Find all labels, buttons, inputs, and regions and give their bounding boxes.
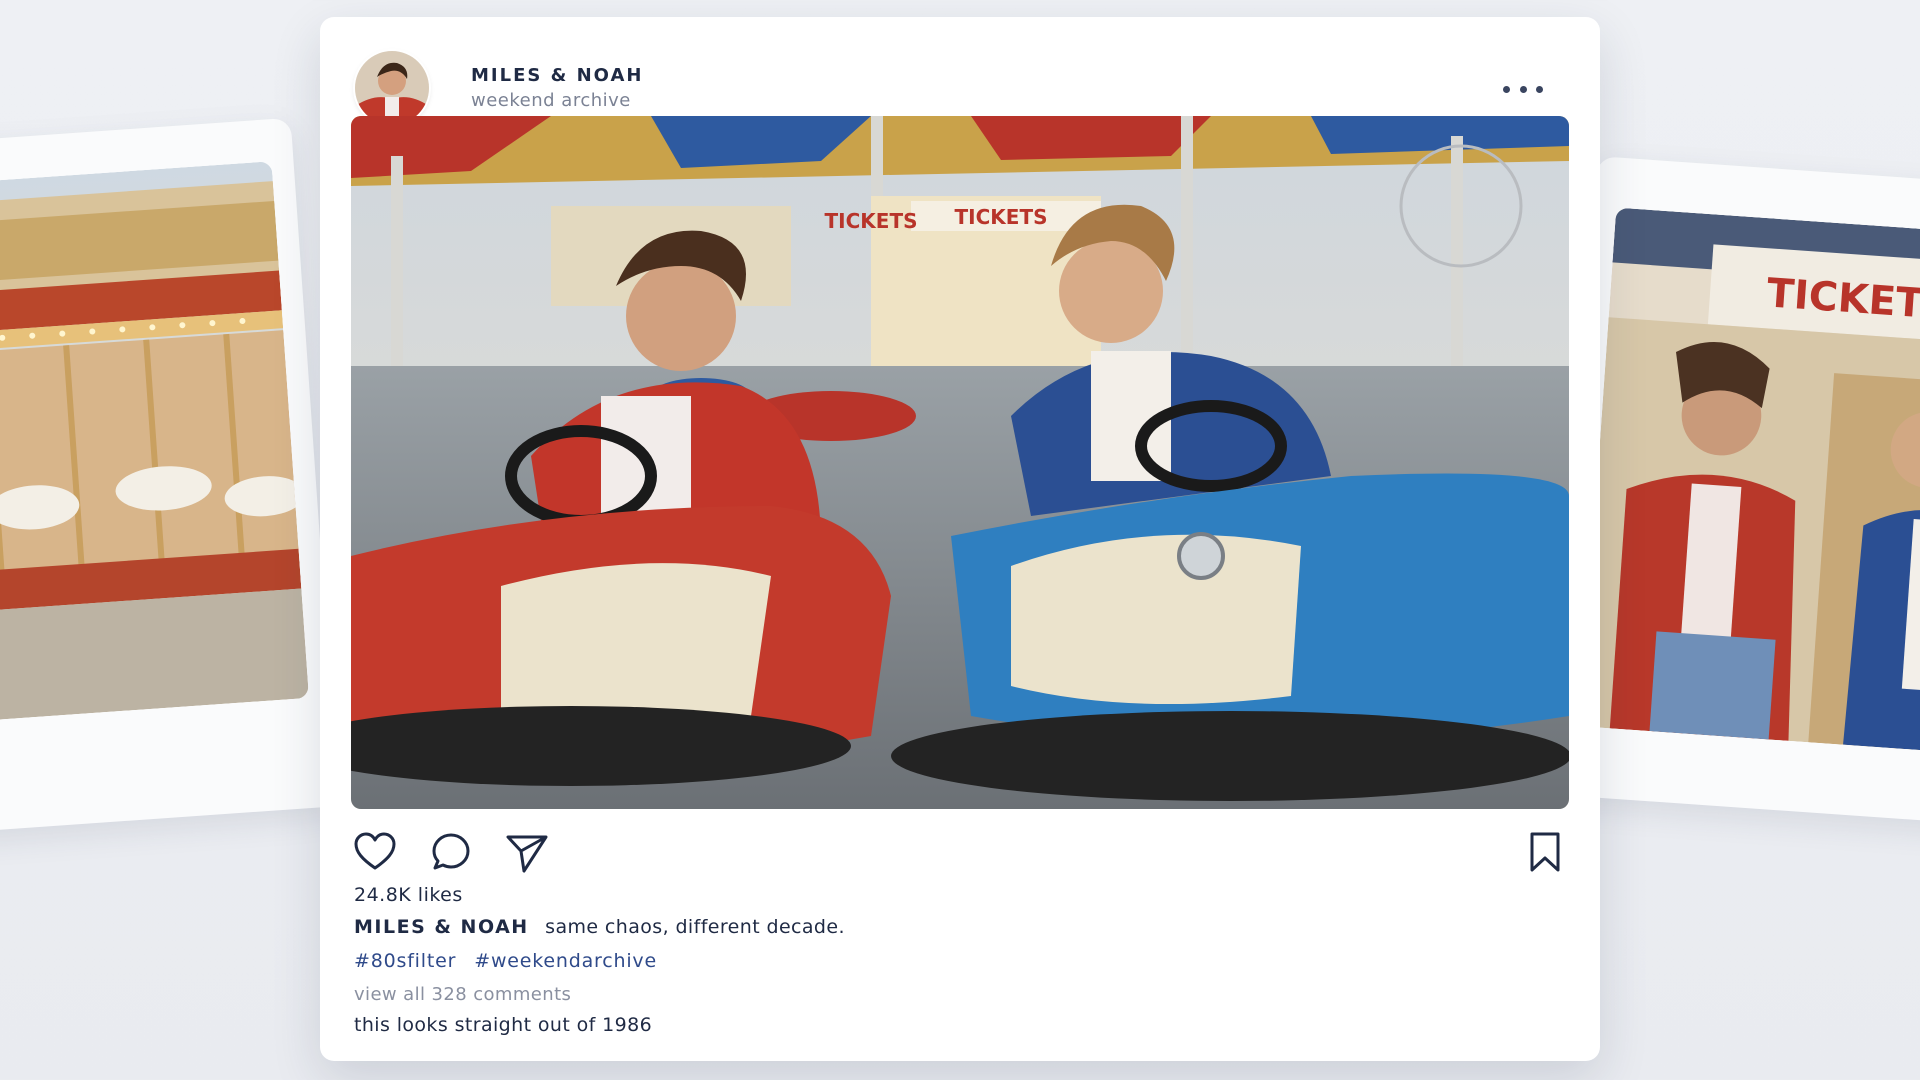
- post-card: MILES & NOAH weekend archive TICKETS TIC…: [320, 17, 1600, 1061]
- more-options-button[interactable]: [1503, 79, 1543, 99]
- caption-username[interactable]: MILES & NOAH: [354, 916, 529, 938]
- main-post-photo[interactable]: TICKETS TICKETS: [351, 116, 1569, 809]
- hashtag-link[interactable]: #weekendarchive: [474, 950, 657, 972]
- post-header: MILES & NOAH weekend archive: [355, 35, 1565, 125]
- tickets-booth-sign: TICKETS: [955, 205, 1048, 229]
- caption-text: same chaos, different decade.: [545, 916, 845, 938]
- avatar[interactable]: [355, 51, 429, 125]
- comment-text: this looks straight out of 1986: [354, 1014, 653, 1036]
- carousel-photo: [0, 161, 309, 721]
- hashtag-link[interactable]: #80sfilter: [354, 950, 456, 972]
- bookmark-icon[interactable]: [1522, 829, 1568, 875]
- left-photo-card[interactable]: [0, 117, 339, 833]
- view-comments-link[interactable]: view all 328 comments: [354, 984, 571, 1005]
- send-icon[interactable]: [504, 829, 550, 875]
- likes-count[interactable]: 24.8K likes: [354, 884, 463, 906]
- account-name[interactable]: MILES & NOAH: [471, 65, 643, 86]
- heart-icon[interactable]: [352, 829, 398, 875]
- more-icon: [1503, 85, 1510, 93]
- right-photo-card[interactable]: TICKETS: [1553, 156, 1920, 824]
- account-subtitle: weekend archive: [471, 90, 631, 111]
- tickets-banner-sign: TICKETS: [825, 209, 918, 233]
- hashtags: #80sfilter #weekendarchive: [354, 950, 669, 972]
- comment-icon[interactable]: [428, 829, 474, 875]
- post-actions: [352, 829, 1568, 875]
- tickets-photo: TICKETS: [1580, 207, 1920, 755]
- caption: MILES & NOAH same chaos, different decad…: [354, 916, 845, 938]
